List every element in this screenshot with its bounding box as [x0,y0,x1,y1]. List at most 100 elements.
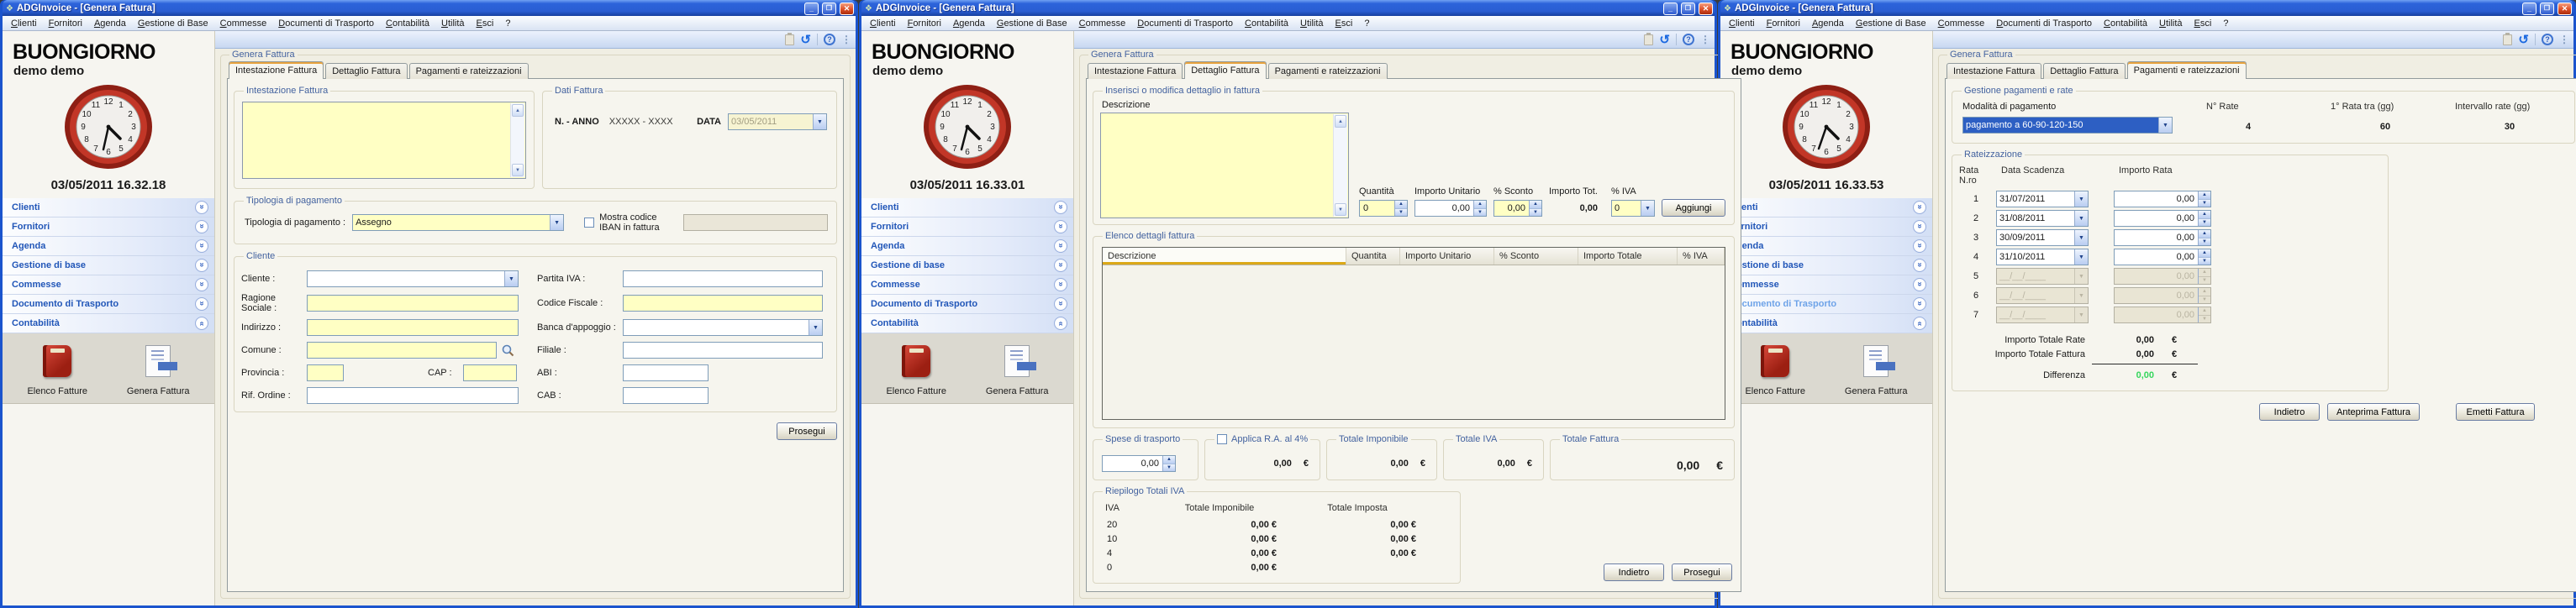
chevron-icon[interactable]: » [1913,317,1926,330]
tab[interactable]: Pagamenti e rateizzazioni [409,63,529,79]
undo-icon[interactable]: ↺ [800,34,811,46]
ragione-sociale-field[interactable] [307,295,519,312]
indirizzo-field[interactable] [307,319,519,336]
close-button[interactable]: ✕ [840,3,854,15]
iva-select[interactable]: 0▼ [1611,200,1655,217]
chevron-icon[interactable]: » [1054,278,1067,291]
sidebar-shortcut[interactable]: Elenco Fatture [27,344,87,396]
menu-item[interactable]: Clienti [1723,17,1761,30]
maximize-button[interactable]: ❐ [822,3,836,15]
toolbar-overflow-icon[interactable]: ⋮ [1700,34,1710,45]
menu-item[interactable]: Gestione di Base [991,17,1073,30]
shortcut-icon[interactable] [1756,344,1794,380]
paste-icon[interactable] [1644,34,1653,45]
menu-item[interactable]: Commesse [1932,17,1991,30]
data-scadenza-select[interactable]: 30/09/2011▼ [1996,229,2089,246]
search-icon[interactable] [502,344,514,357]
menu-item[interactable]: Utilità [1294,17,1330,30]
menu-item[interactable]: Esci [1330,17,1359,30]
sidebar-nav-item[interactable]: Agenda » [1720,237,1932,256]
shortcut-icon[interactable] [1857,344,1895,380]
menu-item[interactable]: Fornitori [43,17,88,30]
help-icon[interactable]: ? [824,34,835,45]
menu-item[interactable]: Gestione di Base [132,17,214,30]
column-header[interactable]: % Sconto [1494,248,1578,265]
scroll-down-icon[interactable]: ▼ [512,164,524,176]
chevron-icon[interactable]: » [1913,278,1926,291]
dropdown-arrow-icon[interactable]: ▼ [813,114,826,129]
modalita-pagamento-select[interactable]: pagamento a 60-90-120-150 ▼ [1962,117,2173,134]
menu-item[interactable]: ? [499,17,516,30]
sidebar-nav-item[interactable]: Contabilità » [3,314,214,333]
help-icon[interactable]: ? [2542,34,2553,45]
data-scadenza-select[interactable]: __/__/____▼ [1996,287,2089,304]
chevron-icon[interactable]: » [195,201,208,214]
importo-rata-spinner[interactable]: 0,00▲▼ [2114,191,2211,207]
shortcut-icon[interactable] [38,344,76,380]
tab[interactable]: Dettaglio Fattura [1184,61,1266,79]
menu-item[interactable]: Fornitori [1761,17,1806,30]
importo-rata-spinner[interactable]: 0,00▲▼ [2114,210,2211,227]
menu-item[interactable]: Utilità [2153,17,2189,30]
importo-rata-spinner[interactable]: 0,00▲▼ [2114,249,2211,265]
sidebar-nav-item[interactable]: Gestione di base » [1720,256,1932,275]
emetti-fattura-button[interactable]: Emetti Fattura [2456,403,2535,421]
chevron-icon[interactable]: » [1054,259,1067,272]
menu-item[interactable]: Commesse [214,17,273,30]
chevron-icon[interactable]: » [1054,220,1067,233]
menu-item[interactable]: Documenti di Trasporto [272,17,380,30]
scrollbar[interactable]: ▲ ▼ [1333,114,1347,217]
sidebar-nav-item[interactable]: Commesse » [3,275,214,295]
title-bar[interactable]: ❖ ADGInvoice - [Genera Fattura] _ ❐ ✕ [861,0,1715,16]
menu-item[interactable]: Documenti di Trasporto [1990,17,2098,30]
chevron-icon[interactable]: » [195,220,208,233]
indietro-button[interactable]: Indietro [1604,563,1664,581]
sidebar-nav-item[interactable]: Gestione di base » [861,256,1073,275]
maximize-button[interactable]: ❐ [1681,3,1695,15]
cab-field[interactable] [623,387,709,404]
chevron-icon[interactable]: » [1054,239,1067,253]
rif-ordine-field[interactable] [307,387,519,404]
sidebar-nav-item[interactable]: Documento di Trasporto » [1720,295,1932,314]
chevron-icon[interactable]: » [195,317,208,330]
data-fattura-combobox[interactable]: 03/05/2011 ▼ [728,113,827,130]
sidebar-nav-item[interactable]: Agenda » [3,237,214,256]
help-icon[interactable]: ? [1683,34,1694,45]
intestazione-textarea[interactable]: ▲ ▼ [242,102,526,179]
prosegui-button[interactable]: Prosegui [777,422,837,440]
spese-trasporto-spinner[interactable]: 0,00▲▼ [1102,455,1176,472]
dropdown-arrow-icon[interactable]: ▼ [809,320,822,335]
menu-item[interactable]: Agenda [1806,17,1850,30]
elenco-table-body[interactable] [1103,265,1725,419]
partita-iva-field[interactable] [623,270,823,287]
cap-field[interactable] [463,364,517,381]
chevron-icon[interactable]: » [195,278,208,291]
scroll-up-icon[interactable]: ▲ [1335,115,1346,128]
indietro-button[interactable]: Indietro [2259,403,2320,421]
importo-rata-spinner[interactable]: 0,00▲▼ [2114,307,2211,323]
quantita-spinner[interactable]: 0▲▼ [1359,200,1408,217]
prosegui-button[interactable]: Prosegui [1672,563,1732,581]
data-scadenza-select[interactable]: 31/10/2011▼ [1996,249,2089,265]
tab[interactable]: Pagamenti e rateizzazioni [2127,61,2247,79]
sidebar-nav-item[interactable]: Clienti » [861,198,1073,218]
menu-item[interactable]: Fornitori [902,17,947,30]
importo-rata-spinner[interactable]: 0,00▲▼ [2114,287,2211,304]
shortcut-icon[interactable] [998,344,1036,380]
sidebar-nav-item[interactable]: Documento di Trasporto » [3,295,214,314]
anteprima-fattura-button[interactable]: Anteprima Fattura [2327,403,2420,421]
chevron-icon[interactable]: » [1913,201,1926,214]
menu-item[interactable]: Esci [471,17,500,30]
menu-item[interactable]: ? [2217,17,2234,30]
tab[interactable]: Dettaglio Fattura [2043,63,2125,79]
codice-fiscale-field[interactable] [623,295,823,312]
sidebar-shortcut[interactable]: Genera Fattura [127,344,190,396]
tab[interactable]: Intestazione Fattura [1946,63,2041,79]
chevron-icon[interactable]: » [1913,259,1926,272]
scroll-down-icon[interactable]: ▼ [1335,203,1346,216]
menu-item[interactable]: ? [1358,17,1375,30]
chevron-icon[interactable]: » [1913,239,1926,253]
applica-ra-checkbox[interactable] [1217,434,1227,444]
shortcut-icon[interactable] [897,344,935,380]
toolbar-overflow-icon[interactable]: ⋮ [2559,34,2569,45]
